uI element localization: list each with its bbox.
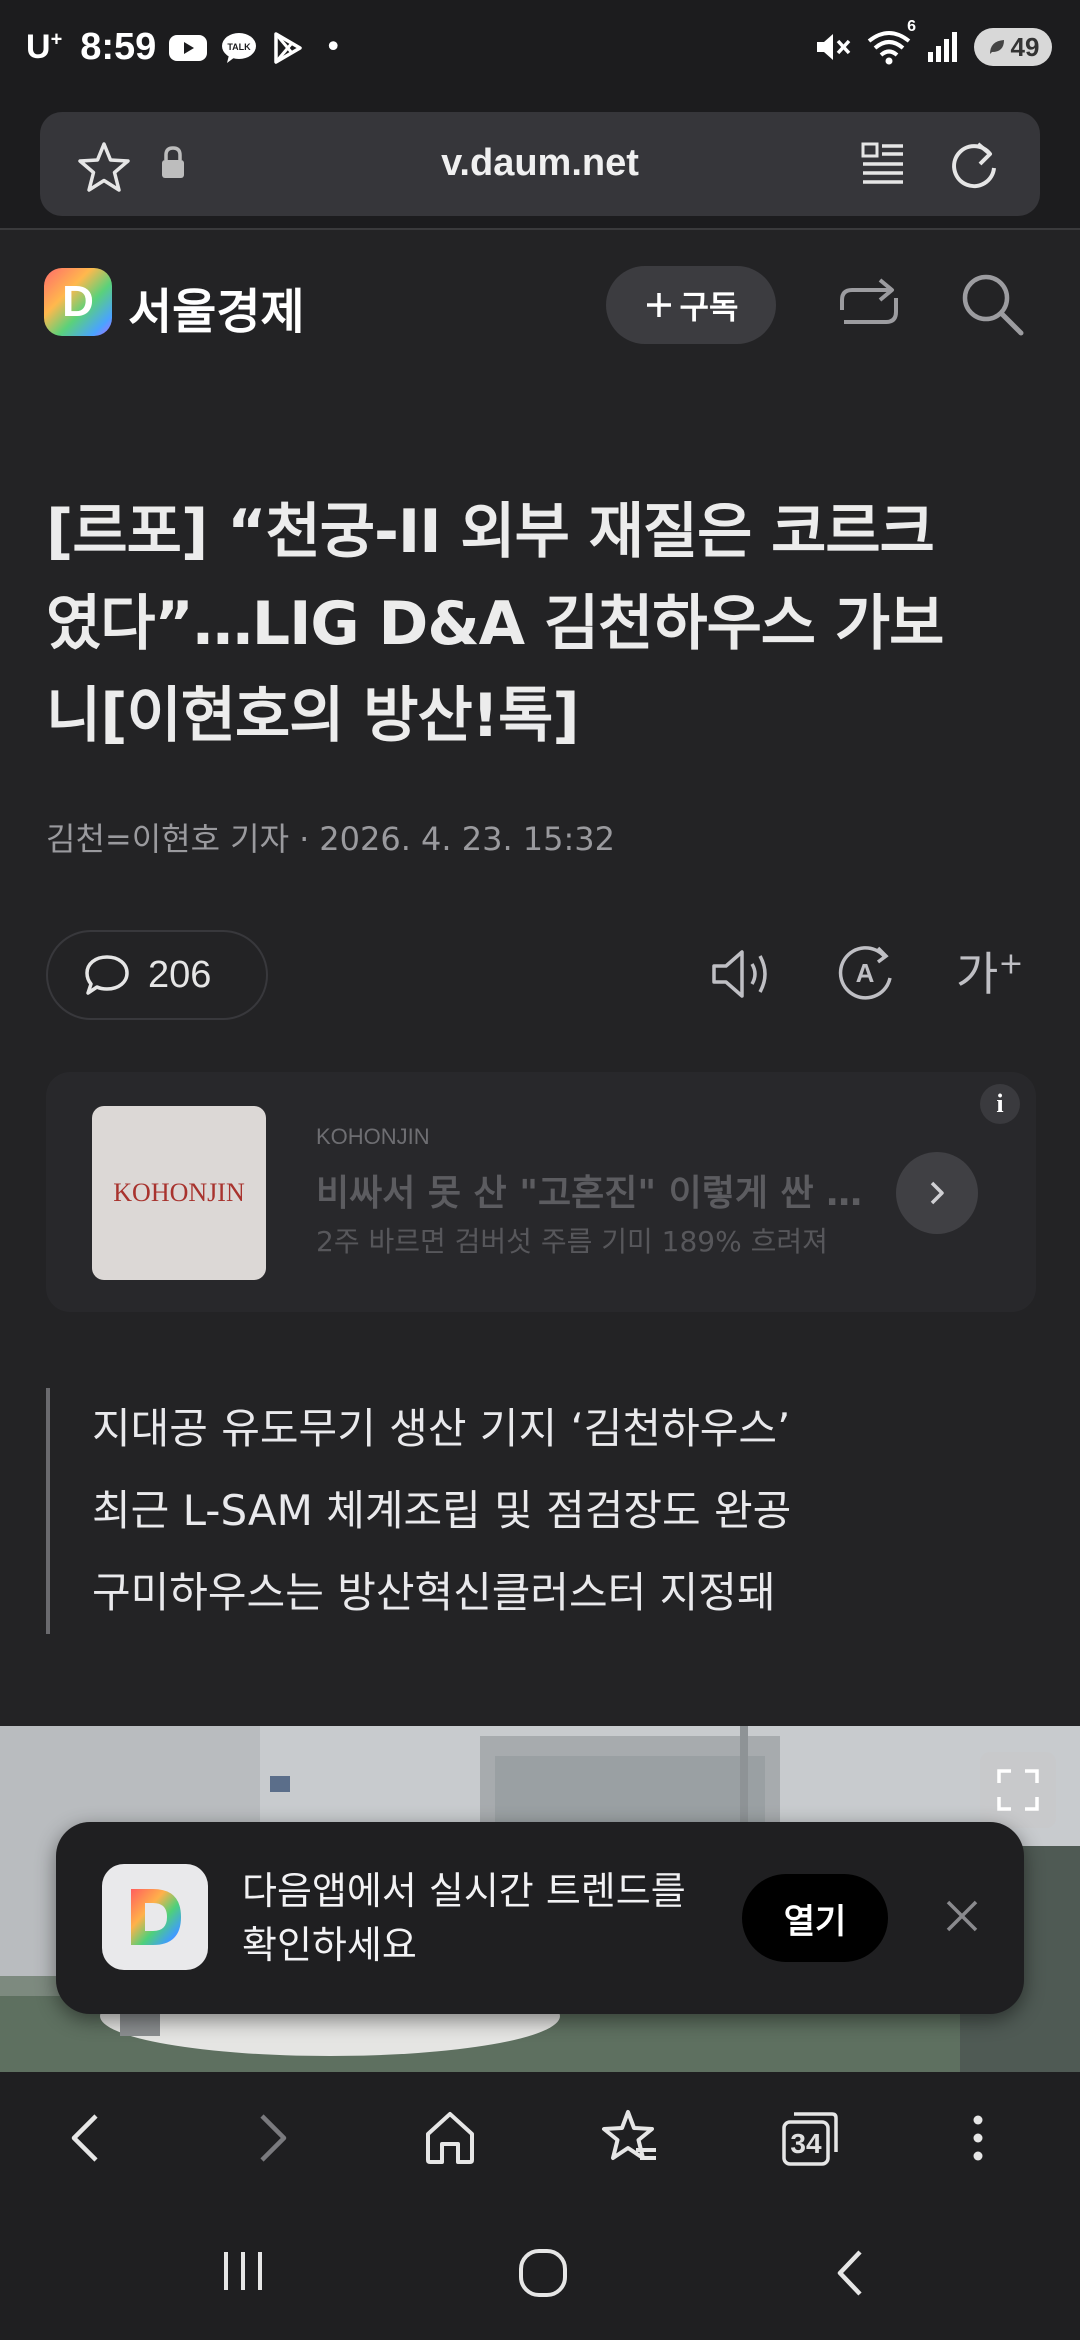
headline-line: 였다”…LIG D&A 김천하우스 가보	[46, 589, 944, 659]
share-icon[interactable]	[836, 270, 902, 338]
comment-icon	[85, 955, 129, 995]
browser-address-area: v.daum.net	[0, 100, 1080, 230]
youtube-icon	[168, 33, 208, 63]
comment-button[interactable]: 206	[46, 930, 268, 1020]
summary-line: 구미하우스는 방산혁신클러스터 지정돼	[92, 1568, 776, 1617]
banner-message: 다음앱에서 실시간 트렌드를 확인하세요	[242, 1864, 742, 1972]
font-size-plus: +	[998, 946, 1024, 982]
clock: 8:59	[80, 26, 157, 68]
open-app-button[interactable]: 열기	[742, 1874, 888, 1962]
daum-logo[interactable]: D	[44, 268, 112, 336]
publish-date: 2026. 4. 23. 15:32	[319, 820, 616, 858]
font-size-button[interactable]: 가+	[956, 938, 1023, 1004]
article-headline: [르포] “천궁-II 외부 재질은 코르크 였다”…LIG D&A 김천하우스…	[46, 486, 1046, 762]
system-back-icon[interactable]	[830, 2246, 870, 2304]
summary-line: 최근 L-SAM 체계조립 및 점검장도 완공	[92, 1486, 792, 1535]
ad-info-icon[interactable]: i	[980, 1084, 1020, 1124]
ad-title[interactable]: 비싸서 못 산 "고혼진" 이렇게 싼 이유	[316, 1164, 876, 1216]
search-icon[interactable]	[958, 270, 1026, 342]
tab-count: 34	[790, 2128, 822, 2159]
battery-level: 49	[1010, 31, 1040, 62]
status-right: 6 49	[814, 18, 1052, 66]
daum-app-icon	[102, 1864, 208, 1970]
headline-line: 니[이현호의 방산!톡]	[46, 681, 580, 751]
address-bar[interactable]: v.daum.net	[40, 112, 1040, 216]
battery-indicator: 49	[974, 28, 1052, 66]
leaf-icon	[989, 40, 1004, 54]
headline-line: [르포] “천궁-II 외부 재질은 코르크	[46, 497, 935, 567]
speaker-icon[interactable]	[710, 944, 776, 1008]
daum-logo-letter: D	[62, 277, 94, 326]
summary-line: 지대공 유도무기 생산 기지 ‘김천하우스’	[92, 1404, 791, 1453]
back-icon[interactable]	[66, 2108, 106, 2172]
article-summary: 지대공 유도무기 생산 기지 ‘김천하우스’ 최근 L-SAM 체계조립 및 점…	[46, 1388, 1026, 1634]
play-store-icon	[270, 31, 304, 65]
author[interactable]: 김천=이현호 기자	[46, 820, 289, 858]
ad-arrow-button[interactable]	[896, 1152, 978, 1234]
ad-description: 2주 바르면 검버섯 주름 기미 189% 흐려져	[316, 1225, 828, 1258]
recent-apps-icon[interactable]	[218, 2246, 268, 2300]
press-name[interactable]: 서울경제	[128, 272, 305, 342]
wifi-icon: 6	[866, 18, 916, 66]
site-header: D 서울경제 구독	[0, 232, 1080, 382]
svg-text:TALK: TALK	[228, 42, 252, 52]
subscribe-label: 구독	[679, 288, 739, 326]
translate-icon[interactable]: A	[834, 942, 896, 1008]
byline-separator: ·	[299, 820, 310, 858]
carrier-label: U+	[26, 28, 63, 66]
status-bar: U+ 8:59 TALK • 6 49	[0, 0, 1080, 100]
chevron-right-icon	[930, 1181, 944, 1205]
app-install-banner[interactable]: 다음앱에서 실시간 트렌드를 확인하세요 열기	[56, 1822, 1024, 2014]
ad-thumbnail-logo: KOHONJIN	[113, 1178, 245, 1207]
close-icon[interactable]	[940, 1894, 984, 1942]
system-navigation-bar	[0, 2202, 1080, 2340]
signal-icon	[926, 30, 960, 64]
home-button-icon[interactable]	[516, 2246, 570, 2304]
browser-toolbar: 34	[0, 2072, 1080, 2202]
forward-icon[interactable]	[252, 2108, 292, 2172]
article-byline: 김천=이현호 기자 · 2026. 4. 23. 15:32	[46, 814, 615, 860]
home-icon[interactable]	[422, 2108, 478, 2172]
banner-line: 확인하세요	[242, 1923, 417, 1967]
mute-icon	[814, 30, 852, 64]
expand-icon[interactable]	[980, 1752, 1056, 1828]
reader-mode-icon[interactable]	[860, 140, 906, 192]
comment-count: 206	[148, 953, 212, 996]
wifi-badge: 6	[907, 18, 916, 35]
plus-icon	[646, 293, 671, 317]
subscribe-button[interactable]: 구독	[606, 266, 776, 344]
more-options-icon[interactable]	[968, 2108, 988, 2172]
reload-icon[interactable]	[948, 138, 1000, 196]
ad-card[interactable]: i KOHONJIN KOHONJIN 비싸서 못 산 "고혼진" 이렇게 싼 …	[46, 1072, 1036, 1312]
notification-dot: •	[324, 30, 343, 65]
svg-text:A: A	[856, 958, 875, 988]
tabs-icon[interactable]: 34	[780, 2108, 842, 2172]
bookmarks-icon[interactable]	[600, 2108, 660, 2172]
status-left: U+ 8:59 TALK •	[26, 26, 342, 69]
kakaotalk-icon: TALK	[220, 31, 258, 65]
font-size-label: 가	[956, 947, 999, 1001]
banner-line: 다음앱에서 실시간 트렌드를	[242, 1869, 686, 1913]
ad-thumbnail[interactable]: KOHONJIN	[92, 1106, 266, 1280]
ad-brand: KOHONJIN	[316, 1124, 430, 1149]
